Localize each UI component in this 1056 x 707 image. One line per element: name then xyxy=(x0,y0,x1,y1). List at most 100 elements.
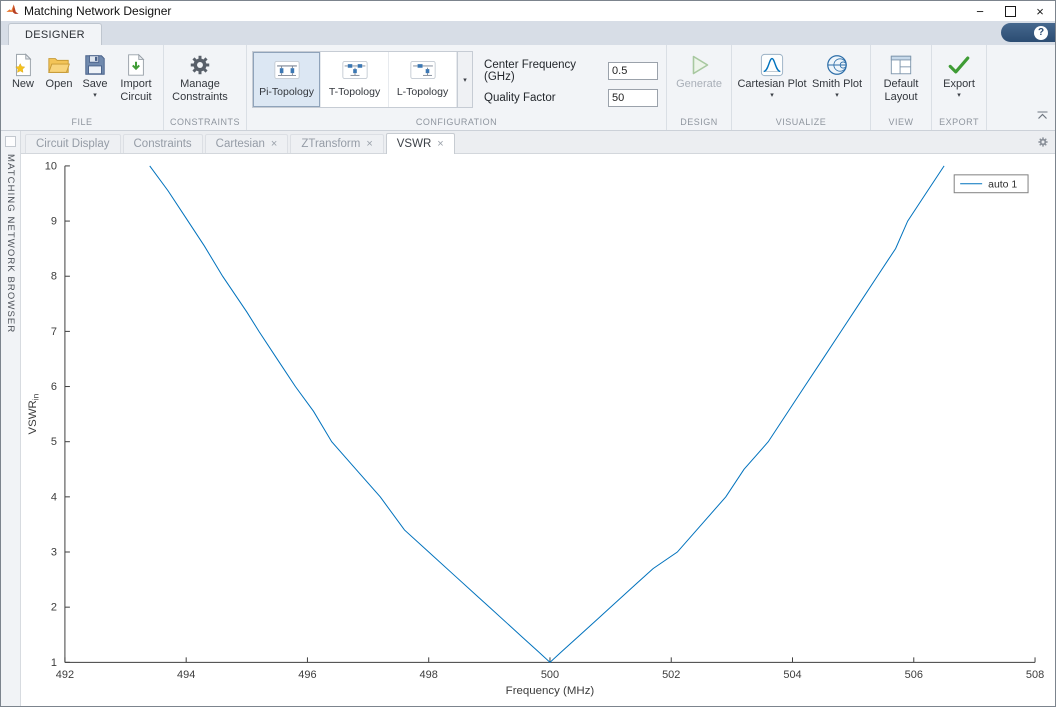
open-folder-icon xyxy=(47,51,71,78)
save-caret-icon: ▾ xyxy=(93,91,97,99)
doc-tab-label: Constraints xyxy=(133,138,192,150)
open-button-label: Open xyxy=(45,78,73,90)
center-frequency-input[interactable] xyxy=(608,62,659,80)
l-topology-icon xyxy=(409,61,436,82)
collapse-ribbon-button[interactable] xyxy=(1037,107,1048,125)
smith-plot-caret-icon: ▾ xyxy=(835,91,839,99)
smith-plot-label: Smith Plot xyxy=(811,78,863,90)
close-tab-icon[interactable]: × xyxy=(271,138,277,150)
ribbon-group-configuration: Pi-Topology T-Topology L-Topology ▾ Cent… xyxy=(247,45,668,130)
export-label: Export xyxy=(943,78,975,90)
svg-text:VSWRin: VSWRin xyxy=(27,393,41,434)
svg-text:500: 500 xyxy=(541,669,559,681)
panel-grip-icon xyxy=(5,136,16,147)
default-layout-icon xyxy=(889,51,913,78)
group-label-visualize: VISUALIZE xyxy=(775,117,827,127)
cartesian-plot-button[interactable]: Cartesian Plot ▾ xyxy=(736,48,808,99)
tab-designer[interactable]: DESIGNER xyxy=(8,23,102,45)
export-button[interactable]: Export ▾ xyxy=(936,48,982,99)
export-check-icon xyxy=(947,51,971,78)
svg-text:7: 7 xyxy=(51,326,57,338)
cartesian-plot-caret-icon: ▾ xyxy=(770,91,774,99)
default-layout-button[interactable]: Default Layout xyxy=(875,48,927,103)
doc-tab-ztransform[interactable]: ZTransform × xyxy=(290,134,384,153)
default-layout-label: Default Layout xyxy=(883,78,919,103)
vswr-chart: 492 494 496 498 500 502 504 506 508 1 2 3 4 5 6 7 8 9 10 Fr… xyxy=(27,160,1044,697)
configuration-params: Center Frequency (GHz) Quality Factor xyxy=(475,48,662,107)
save-floppy-icon xyxy=(83,51,107,78)
doc-tab-label: Cartesian xyxy=(215,138,265,150)
group-label-export: EXPORT xyxy=(939,117,979,127)
svg-text:8: 8 xyxy=(51,271,57,283)
save-button[interactable]: Save ▾ xyxy=(77,48,113,99)
doc-tab-cartesian[interactable]: Cartesian × xyxy=(204,134,289,153)
svg-text:auto 1: auto 1 xyxy=(988,179,1017,190)
close-button[interactable]: × xyxy=(1025,1,1055,21)
matching-network-browser-panel[interactable]: MATCHING NETWORK BROWSER xyxy=(1,131,21,706)
doc-tab-vswr[interactable]: VSWR × xyxy=(385,133,455,154)
chevron-down-icon: ▾ xyxy=(463,76,467,84)
smith-plot-button[interactable]: Smith Plot ▾ xyxy=(808,48,866,99)
t-topology-button[interactable]: T-Topology xyxy=(321,52,390,107)
document-area: Circuit Display Constraints Cartesian × … xyxy=(21,131,1055,706)
ribbon-group-design: Generate DESIGN xyxy=(667,45,733,130)
import-circuit-button[interactable]: Import Circuit xyxy=(113,48,159,103)
svg-text:492: 492 xyxy=(56,669,74,681)
generate-button[interactable]: Generate xyxy=(671,48,727,91)
center-frequency-label: Center Frequency (GHz) xyxy=(484,59,577,83)
quality-factor-input[interactable] xyxy=(608,89,659,107)
tab-options-gear-icon[interactable] xyxy=(1037,135,1049,153)
cartesian-plot-icon xyxy=(760,51,784,78)
window-controls: − × xyxy=(965,1,1055,21)
manage-constraints-label: Manage Constraints xyxy=(172,78,228,103)
group-label-view: VIEW xyxy=(888,117,914,127)
browser-panel-title: MATCHING NETWORK BROWSER xyxy=(5,154,16,334)
new-button[interactable]: New xyxy=(5,48,41,91)
ribbon-group-constraints: Manage Constraints CONSTRAINTS xyxy=(164,45,248,130)
ribbon-group-export: Export ▾ EXPORT xyxy=(932,45,988,130)
svg-text:502: 502 xyxy=(662,669,680,681)
svg-text:498: 498 xyxy=(420,669,438,681)
new-button-label: New xyxy=(11,78,34,90)
smith-plot-icon xyxy=(825,51,849,78)
doc-tab-circuit-display[interactable]: Circuit Display xyxy=(25,134,121,153)
t-topology-icon xyxy=(341,61,368,82)
maximize-button[interactable] xyxy=(995,1,1025,21)
l-topology-button[interactable]: L-Topology xyxy=(389,52,458,107)
pi-topology-button[interactable]: Pi-Topology xyxy=(253,52,322,107)
group-label-configuration: CONFIGURATION xyxy=(415,117,498,127)
gear-icon xyxy=(188,51,212,78)
generate-play-icon xyxy=(686,51,712,78)
svg-text:6: 6 xyxy=(51,381,57,393)
t-topology-label: T-Topology xyxy=(328,86,381,98)
cartesian-plot-label: Cartesian Plot xyxy=(737,78,807,90)
manage-constraints-button[interactable]: Manage Constraints xyxy=(168,48,232,103)
svg-text:2: 2 xyxy=(51,602,57,614)
main-area: MATCHING NETWORK BROWSER Circuit Display… xyxy=(1,131,1055,706)
doc-tab-constraints[interactable]: Constraints xyxy=(122,134,203,153)
svg-text:1: 1 xyxy=(51,657,57,669)
app-window: Matching Network Designer − × DESIGNER ?… xyxy=(0,0,1056,707)
svg-text:496: 496 xyxy=(298,669,316,681)
close-tab-icon[interactable]: × xyxy=(366,138,372,150)
new-document-icon xyxy=(11,51,35,78)
svg-text:Frequency (MHz): Frequency (MHz) xyxy=(506,685,595,697)
ribbon-toolbar: New Open Save ▾ Import Circuit FILE Mana… xyxy=(1,45,1055,131)
l-topology-label: L-Topology xyxy=(396,86,449,98)
doc-tab-label: Circuit Display xyxy=(36,138,110,150)
group-label-design: DESIGN xyxy=(680,117,718,127)
group-label-constraints: CONSTRAINTS xyxy=(170,117,241,127)
close-tab-icon[interactable]: × xyxy=(437,138,443,150)
doc-tab-label: VSWR xyxy=(396,138,432,150)
open-button[interactable]: Open xyxy=(41,48,77,91)
ribbon-tabstrip: DESIGNER ? xyxy=(1,21,1055,45)
help-button[interactable]: ? xyxy=(1001,23,1055,42)
minimize-button[interactable]: − xyxy=(965,1,995,21)
svg-text:508: 508 xyxy=(1026,669,1044,681)
titlebar: Matching Network Designer − × xyxy=(1,1,1055,21)
svg-text:5: 5 xyxy=(51,436,57,448)
topology-gallery-dropdown-button[interactable]: ▾ xyxy=(457,52,473,107)
import-circuit-label: Import Circuit xyxy=(120,78,152,103)
generate-label: Generate xyxy=(676,78,722,90)
topology-gallery: Pi-Topology T-Topology L-Topology ▾ xyxy=(252,51,474,108)
